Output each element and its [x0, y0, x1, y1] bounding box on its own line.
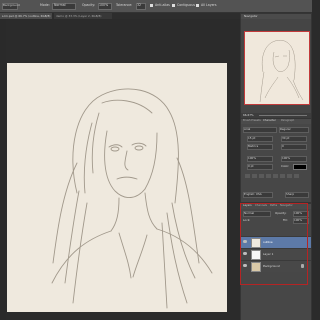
- layer-row-background[interactable]: Background: [241, 260, 311, 272]
- fill-value: 100%: [294, 217, 302, 222]
- underline-button[interactable]: [287, 174, 292, 178]
- font-size-value: 15 pt: [248, 135, 256, 140]
- leading-value: 30 pt: [282, 135, 290, 140]
- layer-opacity-label: Opacity:: [275, 210, 287, 215]
- anti-alias-label: Anti-alias: [155, 3, 170, 7]
- all-caps-button[interactable]: [259, 174, 264, 178]
- tab-navigator[interactable]: Navigator: [280, 204, 293, 208]
- layer-row-layer-1[interactable]: Layer 1: [241, 248, 311, 260]
- eye-icon[interactable]: [243, 240, 247, 243]
- strikethrough-button[interactable]: [294, 174, 299, 178]
- layer-name: outline: [263, 240, 273, 244]
- eye-icon[interactable]: [243, 252, 247, 255]
- document-canvas[interactable]: [7, 63, 227, 312]
- mode-label: Mode:: [40, 3, 50, 7]
- language-value: English: USA: [244, 191, 262, 196]
- font-family-value: Arial: [244, 126, 251, 131]
- tracking-value: 0: [282, 143, 284, 148]
- layer-thumbnail: [251, 238, 261, 248]
- text-color-swatch[interactable]: [293, 164, 307, 170]
- navigator-title: Navigator: [244, 14, 258, 18]
- navigator-zoom-row: 66.67%: [241, 113, 311, 118]
- tab-brush-presets[interactable]: Brush Presets: [243, 119, 261, 123]
- subscript-button[interactable]: [280, 174, 285, 178]
- tab-channels[interactable]: Channels: [255, 204, 267, 208]
- layer-name: Background: [263, 264, 280, 268]
- fill-label: Fill:: [283, 218, 288, 222]
- blend-mode-value: Normal: [244, 210, 255, 215]
- tab-paragraph[interactable]: Paragraph: [281, 119, 294, 123]
- kerning-value: Metrics: [248, 143, 259, 148]
- vertical-scale-value: 100%: [248, 155, 256, 160]
- navigator-sketch: [259, 40, 304, 103]
- lock-icon: [301, 264, 304, 268]
- opacity-label: Opacity:: [82, 3, 96, 7]
- zoom-level[interactable]: 66.67%: [243, 114, 254, 117]
- faux-italic-button[interactable]: [252, 174, 257, 178]
- eye-icon[interactable]: [243, 264, 247, 267]
- horizontal-scale-value: 100%: [282, 155, 290, 160]
- lock-label: Lock:: [243, 218, 251, 222]
- layer-thumbnail: [251, 262, 261, 272]
- tab-paths[interactable]: Paths: [270, 204, 277, 208]
- contiguous-label: Contiguous: [177, 3, 196, 7]
- anti-alias-value: Sharp: [286, 191, 295, 196]
- tab-layers[interactable]: Layers: [243, 204, 252, 208]
- pencil-sketch: [51, 88, 213, 309]
- layer-opacity-value: 100%: [294, 210, 302, 215]
- small-caps-button[interactable]: [266, 174, 271, 178]
- options-bar: Background Mode: Normal Opacity: 100% To…: [0, 0, 312, 13]
- baseline-shift-value: 0 pt: [248, 163, 254, 168]
- color-label: Color:: [281, 163, 290, 168]
- superscript-button[interactable]: [273, 174, 278, 178]
- tab-label: demo @ 33.3% (Layer 2, RGB/8): [56, 13, 102, 18]
- all-layers-label: All Layers: [201, 3, 217, 7]
- character-panel: Arial Regular 15 pt 30 pt Metrics 0 100%…: [241, 124, 311, 202]
- opacity-value: 100%: [99, 3, 109, 7]
- layer-name: Layer 1: [263, 252, 274, 256]
- navigator-preview[interactable]: [244, 31, 310, 105]
- tool-preset-label: Background: [3, 3, 20, 7]
- tab-character[interactable]: Character: [263, 119, 276, 123]
- anti-alias-checkbox[interactable]: [150, 4, 153, 7]
- font-style-value: Regular: [280, 126, 291, 131]
- tolerance-label: Tolerance:: [116, 3, 133, 7]
- faux-bold-button[interactable]: [245, 174, 250, 178]
- tolerance-value: 32: [137, 3, 142, 7]
- faux-style-buttons: [245, 174, 307, 179]
- contiguous-checkbox[interactable]: [172, 4, 175, 7]
- zoom-slider[interactable]: [259, 115, 307, 116]
- layer-row-outline[interactable]: outline: [241, 236, 311, 248]
- all-layers-checkbox[interactable]: [196, 4, 199, 7]
- mode-value: Normal: [54, 3, 66, 7]
- tracking-field[interactable]: [281, 144, 307, 150]
- tab-label: s.Im.psd @ 66.7% (outline, RGB/8): [2, 13, 51, 18]
- layer-thumbnail: [251, 250, 261, 260]
